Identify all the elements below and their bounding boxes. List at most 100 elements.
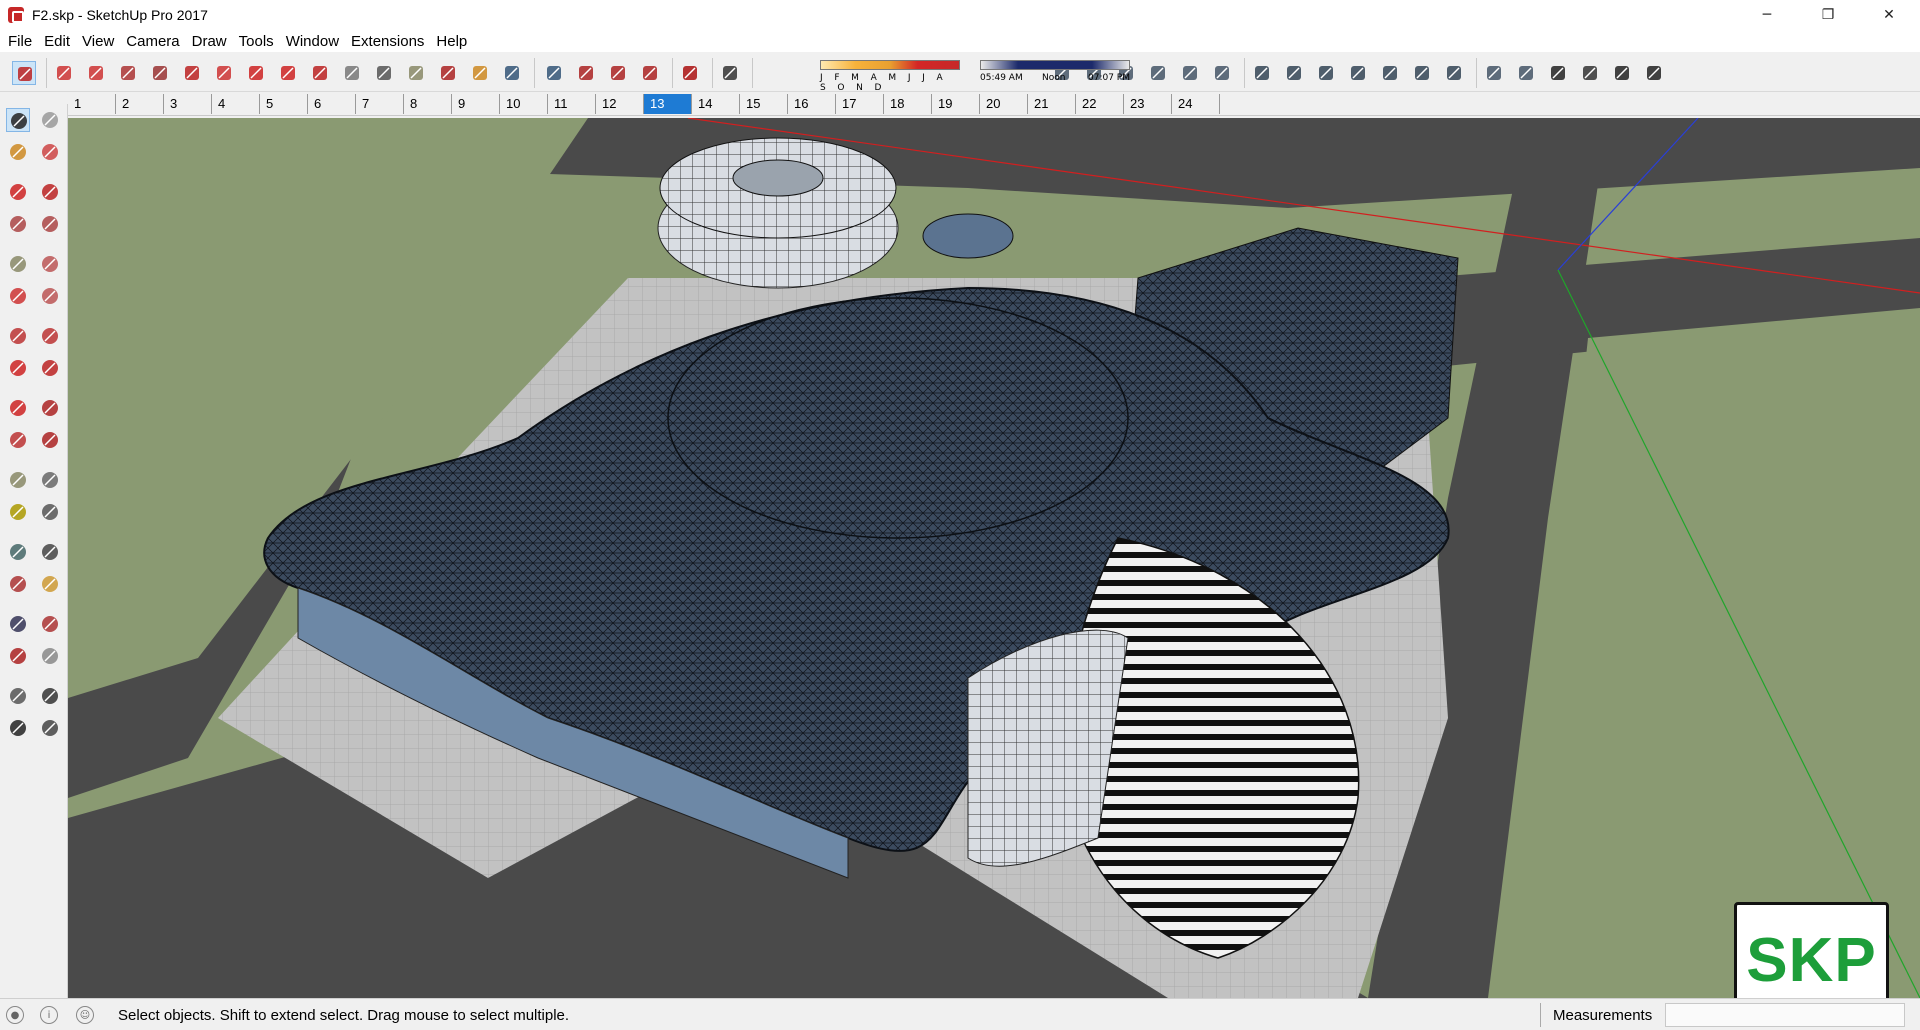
maximize-button[interactable]: ❐ xyxy=(1805,0,1851,30)
menu-camera[interactable]: Camera xyxy=(120,33,185,50)
scene-tab-15[interactable]: 15 xyxy=(740,94,788,114)
toolbar-zoom-icon[interactable] xyxy=(500,61,524,85)
scene-tab-10[interactable]: 10 xyxy=(500,94,548,114)
left-offset-icon[interactable] xyxy=(38,428,62,452)
shadow-time-slider[interactable]: 05:49 AM Noon 07:07 PM xyxy=(980,60,1130,88)
left-rotated-rectangle-icon[interactable] xyxy=(38,212,62,236)
toolbar-eraser-icon[interactable] xyxy=(52,61,76,85)
toolbar-follow-me-icon[interactable] xyxy=(212,61,236,85)
toolbar-back-edges-icon[interactable] xyxy=(1282,61,1306,85)
scene-tab-14[interactable]: 14 xyxy=(692,94,740,114)
shadow-date-slider[interactable]: J F M A M J J A S O N D xyxy=(820,60,960,93)
toolbar-xray-icon[interactable] xyxy=(1250,61,1274,85)
close-button[interactable]: ✕ xyxy=(1866,0,1912,30)
menu-view[interactable]: View xyxy=(76,33,120,50)
minimize-button[interactable]: ─ xyxy=(1744,0,1790,30)
toolbar-left-view-icon[interactable] xyxy=(1210,61,1234,85)
toolbar-ruby-icon[interactable] xyxy=(678,61,702,85)
menu-file[interactable]: File xyxy=(2,33,38,50)
model-scene[interactable] xyxy=(68,118,1920,998)
left-3d-text-icon[interactable] xyxy=(38,540,62,564)
menu-help[interactable]: Help xyxy=(430,33,473,50)
menu-tools[interactable]: Tools xyxy=(233,33,280,50)
left-pan-icon[interactable] xyxy=(38,572,62,596)
left-move-icon[interactable] xyxy=(6,356,30,380)
menu-draw[interactable]: Draw xyxy=(186,33,233,50)
toolbar-components-icon[interactable] xyxy=(1578,61,1602,85)
left-line-icon[interactable] xyxy=(6,180,30,204)
toolbar-shadow-toggle-icon[interactable] xyxy=(718,61,742,85)
model-viewport[interactable] xyxy=(68,118,1920,998)
toolbar-warehouse-model-icon[interactable] xyxy=(1482,61,1506,85)
user-account-icon[interactable]: ☺ xyxy=(76,1006,94,1024)
toolbar-paint-bucket-icon[interactable] xyxy=(404,61,428,85)
scene-tab-5[interactable]: 5 xyxy=(260,94,308,114)
left-pie-icon[interactable] xyxy=(38,284,62,308)
left-dimension-icon[interactable] xyxy=(38,468,62,492)
scene-tab-16[interactable]: 16 xyxy=(788,94,836,114)
menu-edit[interactable]: Edit xyxy=(38,33,76,50)
left-zoom-extents-icon[interactable] xyxy=(6,644,30,668)
scene-tab-2[interactable]: 2 xyxy=(116,94,164,114)
scene-tab-8[interactable]: 8 xyxy=(404,94,452,114)
toolbar-box-icon[interactable] xyxy=(1642,61,1666,85)
left-axes-icon[interactable] xyxy=(6,540,30,564)
left-section-plane-icon[interactable] xyxy=(38,716,62,740)
toolbar-section-plane-icon[interactable] xyxy=(1514,61,1538,85)
scene-tab-20[interactable]: 20 xyxy=(980,94,1028,114)
toolbar-house-icon[interactable] xyxy=(1546,61,1570,85)
left-polygon-icon[interactable] xyxy=(38,252,62,276)
toolbar-push-pull-icon[interactable] xyxy=(180,61,204,85)
left-previous-view-icon[interactable] xyxy=(38,644,62,668)
toolbar-pencil-icon[interactable] xyxy=(84,61,108,85)
toolbar-home-icon[interactable] xyxy=(1610,61,1634,85)
toolbar-select-icon[interactable] xyxy=(12,61,36,85)
toolbar-rectangle-icon[interactable] xyxy=(148,61,172,85)
toolbar-text-icon[interactable] xyxy=(372,61,396,85)
left-push-pull-icon[interactable] xyxy=(38,356,62,380)
left-scale-icon[interactable] xyxy=(6,428,30,452)
left-zoom-icon[interactable] xyxy=(6,612,30,636)
toolbar-arc-icon[interactable] xyxy=(116,61,140,85)
credits-icon[interactable]: i xyxy=(40,1006,58,1024)
measurements-input[interactable] xyxy=(1665,1003,1905,1027)
scene-tab-7[interactable]: 7 xyxy=(356,94,404,114)
scene-tab-19[interactable]: 19 xyxy=(932,94,980,114)
scene-tab-1[interactable]: 1 xyxy=(68,94,116,114)
toolbar-shaded-textures-icon[interactable] xyxy=(1410,61,1434,85)
left-rotate-icon[interactable] xyxy=(6,396,30,420)
left-paint-bucket-icon[interactable] xyxy=(6,140,30,164)
toolbar-hidden-line-icon[interactable] xyxy=(1346,61,1370,85)
left-orbit-icon[interactable] xyxy=(6,572,30,596)
toolbar-scale-icon[interactable] xyxy=(308,61,332,85)
time-gradient[interactable] xyxy=(980,60,1130,70)
left-position-camera-icon[interactable] xyxy=(6,684,30,708)
scene-tab-11[interactable]: 11 xyxy=(548,94,596,114)
left-walk-icon[interactable] xyxy=(6,716,30,740)
scene-tab-18[interactable]: 18 xyxy=(884,94,932,114)
left-two-point-arc-icon[interactable] xyxy=(6,324,30,348)
scene-tab-3[interactable]: 3 xyxy=(164,94,212,114)
left-eraser-icon[interactable] xyxy=(38,140,62,164)
left-tape-measure-icon[interactable] xyxy=(6,468,30,492)
left-rectangle-icon[interactable] xyxy=(6,212,30,236)
toolbar-back-view-icon[interactable] xyxy=(1178,61,1202,85)
toolbar-tape-measure-icon[interactable] xyxy=(340,61,364,85)
scene-tab-4[interactable]: 4 xyxy=(212,94,260,114)
toolbar-layout-icon[interactable] xyxy=(638,61,662,85)
scene-tab-9[interactable]: 9 xyxy=(452,94,500,114)
toolbar-monochrome-icon[interactable] xyxy=(1442,61,1466,85)
left-follow-me-icon[interactable] xyxy=(38,396,62,420)
left-component-icon[interactable] xyxy=(38,108,62,132)
left-text-icon[interactable] xyxy=(38,500,62,524)
left-circle-icon[interactable] xyxy=(6,252,30,276)
scene-tab-23[interactable]: 23 xyxy=(1124,94,1172,114)
month-gradient[interactable] xyxy=(820,60,960,70)
scene-tab-6[interactable]: 6 xyxy=(308,94,356,114)
menu-extensions[interactable]: Extensions xyxy=(345,33,430,50)
toolbar-move-icon[interactable] xyxy=(244,61,268,85)
toolbar-warehouse-icon[interactable] xyxy=(574,61,598,85)
left-arc-icon[interactable] xyxy=(6,284,30,308)
toolbar-shaded-icon[interactable] xyxy=(1378,61,1402,85)
scene-tab-12[interactable]: 12 xyxy=(596,94,644,114)
